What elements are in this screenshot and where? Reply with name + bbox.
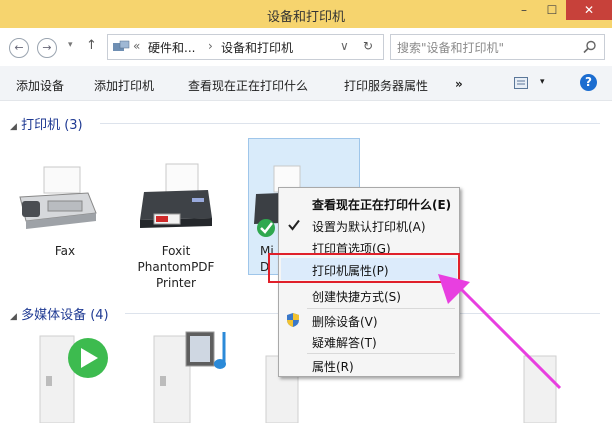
menu-item-see-whats-printing[interactable]: 查看现在正在打印什么(E) <box>312 196 451 213</box>
device-foxit-label[interactable]: Foxit PhantomPDF Printer <box>126 243 226 291</box>
device-fax-label[interactable]: Fax <box>15 243 115 259</box>
close-button[interactable]: ✕ <box>566 0 612 20</box>
checkmark-icon <box>288 219 300 231</box>
breadcrumb-separator[interactable]: › <box>208 39 213 53</box>
address-dropdown-icon[interactable]: ∨ <box>340 39 349 53</box>
add-device-button[interactable]: 添加设备 <box>16 77 64 94</box>
media-device-1-icon[interactable] <box>34 330 114 423</box>
breadcrumb-overflow[interactable]: « <box>133 39 140 53</box>
minimize-button[interactable]: – <box>510 0 538 20</box>
command-bar: 添加设备 添加打印机 查看现在正在打印什么 打印服务器属性 » ▾ ? <box>0 66 612 101</box>
menu-item-set-default[interactable]: 设置为默认打印机(A) <box>312 218 426 235</box>
breadcrumb-hardware[interactable]: 硬件和... <box>148 39 195 56</box>
group-multimedia-label: 多媒体设备 (4) <box>21 308 109 323</box>
search-placeholder: 搜索"设备和打印机" <box>397 41 505 55</box>
collapse-icon[interactable]: ◢ <box>10 312 17 322</box>
search-icon[interactable] <box>583 40 597 54</box>
back-button[interactable]: ← <box>9 38 29 58</box>
fax-icon[interactable] <box>14 165 100 233</box>
refresh-icon[interactable]: ↻ <box>363 39 373 53</box>
add-printer-button[interactable]: 添加打印机 <box>94 77 154 94</box>
menu-item-troubleshoot[interactable]: 疑难解答(T) <box>312 334 377 351</box>
devices-folder-icon <box>113 40 130 51</box>
change-view-icon[interactable] <box>514 77 528 89</box>
see-whats-printing-button[interactable]: 查看现在正在打印什么 <box>188 77 308 94</box>
foxit-printer-icon[interactable] <box>136 160 216 238</box>
media-device-2-icon[interactable] <box>150 328 240 423</box>
help-button[interactable]: ? <box>580 74 597 91</box>
more-commands-button[interactable]: » <box>455 77 463 91</box>
maximize-button[interactable]: ☐ <box>538 0 566 20</box>
group-printers-header[interactable]: ◢ 打印机 (3) <box>10 114 605 133</box>
print-server-properties-button[interactable]: 打印服务器属性 <box>344 77 428 94</box>
recent-dropdown-icon[interactable]: ▾ <box>68 40 73 50</box>
breadcrumb-devices-printers[interactable]: 设备和打印机 <box>221 39 293 56</box>
group-printers-label: 打印机 (3) <box>21 118 83 133</box>
menu-item-create-shortcut[interactable]: 创建快捷方式(S) <box>312 288 401 305</box>
group-divider <box>100 123 600 124</box>
menu-item-remove-device[interactable]: 删除设备(V) <box>312 313 378 330</box>
collapse-icon[interactable]: ◢ <box>10 122 17 132</box>
menu-item-properties[interactable]: 属性(R) <box>312 358 354 375</box>
up-button[interactable]: ↑ <box>86 38 97 53</box>
title-bar: 设备和打印机 – ☐ ✕ <box>0 0 612 28</box>
address-bar-row: ← → ▾ ↑ « 硬件和... › 设备和打印机 ∨ ↻ 搜索"设备和打印机" <box>0 28 612 66</box>
search-input[interactable]: 搜索"设备和打印机" <box>390 34 605 60</box>
address-field[interactable]: « 硬件和... › 设备和打印机 ∨ ↻ <box>107 34 384 60</box>
forward-button[interactable]: → <box>37 38 57 58</box>
view-dropdown-icon[interactable]: ▾ <box>540 77 545 87</box>
annotation-arrow-icon <box>438 274 562 390</box>
uac-shield-icon <box>287 313 299 327</box>
